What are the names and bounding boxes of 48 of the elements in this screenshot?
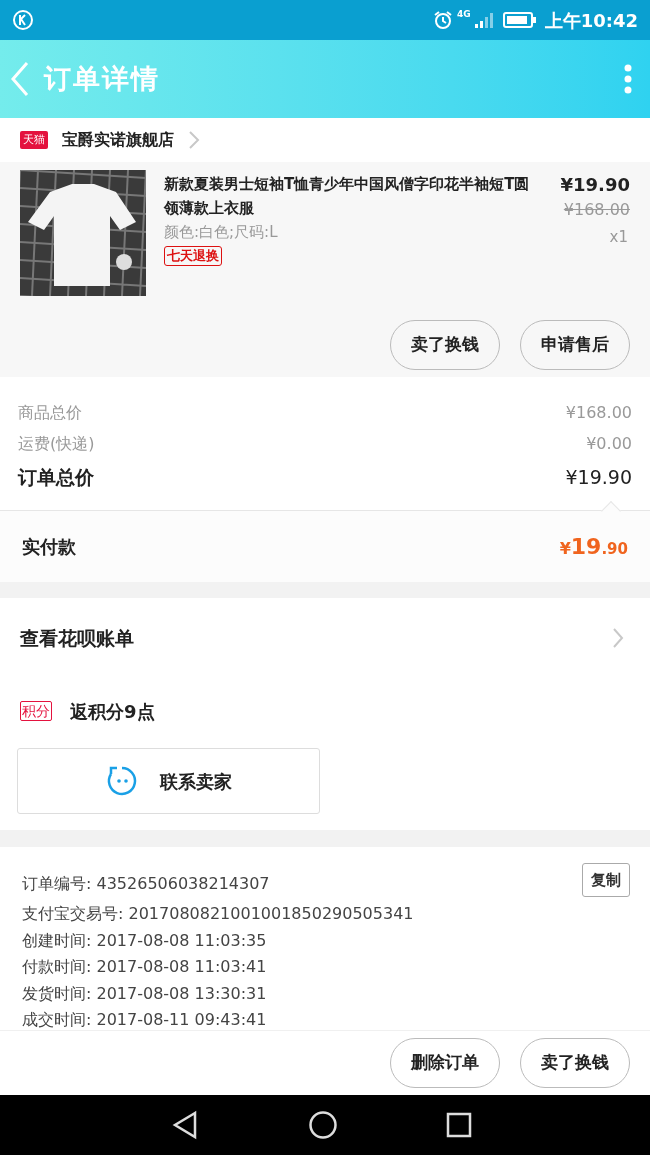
copy-button[interactable]: 复制 [582,863,630,897]
bill-label: 查看花呗账单 [20,625,134,651]
order-detail-line: 订单编号: 43526506038214307 [22,873,270,895]
summary-label: 运费(快递) [18,432,95,455]
network-type: 4G [457,8,471,21]
paid-amount: 19 [570,532,602,561]
summary-label: 订单总价 [18,464,94,490]
battery-icon [502,11,537,29]
points-badge: 积分 [20,701,52,721]
home-button[interactable] [307,1109,339,1141]
more-icon [624,64,632,94]
alarm-icon [433,10,454,30]
app-icon [12,9,34,31]
chat-icon [105,765,138,797]
return-tag: 七天退换 [164,246,222,266]
paid-label: 实付款 [22,534,76,559]
footer-button[interactable]: 卖了换钱 [520,1038,630,1088]
product-spec: 颜色:白色;尺码:L [164,222,278,243]
home-icon [307,1109,339,1141]
contact-seller-button[interactable]: 联系卖家 [17,748,320,814]
action-button[interactable]: 卖了换钱 [390,320,500,370]
store-name: 宝爵实诺旗舰店 [62,129,174,151]
chevron-icon [612,627,624,649]
product-price: ¥19.90 [560,174,630,196]
order-detail-line: 付款时间: 2017-08-08 11:03:41 [22,956,267,978]
footer-button[interactable]: 删除订单 [390,1038,500,1088]
currency-sign: ¥ [559,537,571,560]
store-badge: 天猫 [20,131,48,149]
action-button[interactable]: 申请售后 [520,320,630,370]
order-detail-line: 创建时间: 2017-08-08 11:03:35 [22,929,267,952]
original-price: ¥168.00 [563,199,630,221]
order-detail-line: 成交时间: 2017-08-11 09:43:41 [22,1009,267,1030]
product-title[interactable]: 新款夏装男士短袖T恤青少年中国风僧字印花半袖短T圆领薄款上衣服 [164,170,540,220]
back-icon [10,61,30,97]
summary-value: ¥168.00 [565,401,632,424]
quantity: x1 [609,227,628,248]
page-title: 订单详情 [44,61,160,96]
status-time: 上午10:42 [544,8,638,33]
points-text: 返积分9点 [70,699,155,724]
signal-icon [472,10,495,30]
summary-value: ¥19.90 [565,464,632,490]
order-detail-line: 支付宝交易号: 2017080821001001850290505341 [22,903,414,925]
bill-row[interactable]: 查看花呗账单 [0,598,650,678]
summary-label: 商品总价 [18,401,82,424]
order-detail-line: 发货时间: 2017-08-08 13:30:31 [22,982,267,1005]
summary-value: ¥0.00 [586,432,632,455]
paid-decimal: .90 [601,538,628,560]
chevron-icon [188,130,200,150]
